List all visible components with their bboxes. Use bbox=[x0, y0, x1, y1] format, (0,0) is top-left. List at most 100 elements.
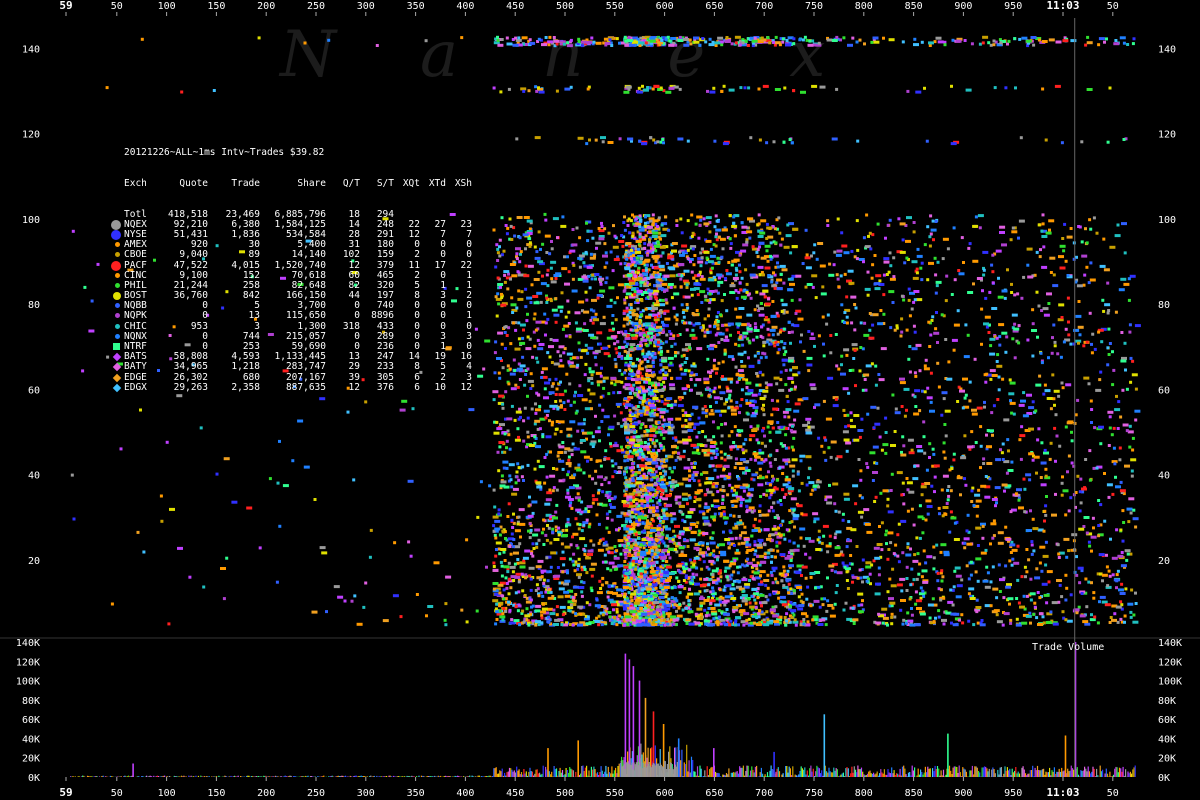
trade-point bbox=[552, 608, 556, 612]
trade-point bbox=[505, 232, 509, 236]
trade-point bbox=[636, 307, 640, 311]
trade-point bbox=[231, 500, 238, 504]
trade-point bbox=[496, 292, 500, 296]
trade-point bbox=[640, 502, 644, 505]
trade-point bbox=[591, 321, 595, 325]
trade-point bbox=[502, 550, 506, 554]
trade-point bbox=[699, 264, 703, 268]
trade-point bbox=[540, 575, 544, 579]
trade-point bbox=[669, 274, 676, 278]
trade-point bbox=[643, 560, 647, 564]
trade-point bbox=[623, 472, 626, 476]
trade-point bbox=[527, 504, 531, 508]
trade-point bbox=[555, 488, 559, 492]
trade-point bbox=[705, 216, 712, 220]
trade-point bbox=[741, 323, 747, 327]
trade-point bbox=[647, 289, 654, 293]
trade-point bbox=[531, 604, 535, 608]
trade-point bbox=[661, 282, 668, 286]
trade-point bbox=[526, 416, 530, 420]
trade-point bbox=[767, 509, 771, 513]
trade-point bbox=[497, 331, 504, 335]
trade-point bbox=[785, 612, 789, 616]
trade-point bbox=[548, 355, 552, 359]
trade-point bbox=[544, 36, 548, 39]
trade-point bbox=[660, 426, 664, 430]
trade-point bbox=[602, 376, 609, 380]
trade-point bbox=[512, 512, 515, 516]
trade-point bbox=[656, 140, 660, 144]
trade-point bbox=[623, 544, 626, 548]
trade-point bbox=[643, 333, 646, 337]
trade-point bbox=[514, 383, 518, 387]
trade-point bbox=[498, 591, 502, 595]
trade-point bbox=[554, 277, 558, 280]
trade-point bbox=[500, 38, 504, 41]
trade-point bbox=[650, 400, 654, 404]
trade-point bbox=[540, 282, 547, 286]
trade-point bbox=[537, 538, 541, 542]
trade-point bbox=[600, 225, 604, 228]
trade-point bbox=[632, 322, 639, 326]
trade-point bbox=[649, 614, 656, 618]
trade-point bbox=[673, 292, 680, 296]
trade-point bbox=[616, 588, 623, 592]
trade-point bbox=[533, 467, 537, 471]
trade-point bbox=[537, 623, 541, 627]
trade-point bbox=[507, 592, 511, 596]
trade-point bbox=[575, 544, 579, 548]
trade-point bbox=[188, 575, 192, 579]
trade-point bbox=[407, 479, 414, 483]
trade-point bbox=[638, 320, 642, 324]
trade-point bbox=[519, 323, 526, 327]
trade-point bbox=[653, 289, 660, 293]
trade-point bbox=[587, 388, 591, 392]
trade-point bbox=[499, 615, 506, 619]
trade-point bbox=[654, 481, 657, 485]
trade-point bbox=[577, 341, 581, 345]
trade-point bbox=[647, 525, 651, 529]
trade-point bbox=[597, 623, 601, 627]
trade-point bbox=[546, 570, 550, 574]
trade-point bbox=[527, 379, 534, 383]
trade-point bbox=[640, 588, 644, 592]
trade-point bbox=[659, 86, 663, 90]
trade-point bbox=[668, 369, 672, 373]
trade-point bbox=[681, 244, 688, 248]
trade-point bbox=[653, 84, 660, 88]
trade-point bbox=[545, 435, 552, 439]
trade-point bbox=[500, 564, 504, 568]
trade-point bbox=[628, 353, 632, 357]
trade-point bbox=[590, 562, 597, 566]
trade-point bbox=[399, 615, 403, 619]
trade-point bbox=[602, 379, 606, 383]
trade-point bbox=[662, 330, 665, 334]
trade-point bbox=[669, 387, 676, 391]
trade-point bbox=[623, 333, 627, 337]
trade-point bbox=[356, 622, 363, 626]
trade-point bbox=[537, 37, 541, 41]
trade-point bbox=[526, 335, 530, 339]
trade-point bbox=[607, 141, 614, 144]
trade-point bbox=[524, 549, 531, 553]
trade-point bbox=[586, 615, 590, 619]
trade-point bbox=[594, 363, 598, 367]
trade-point bbox=[649, 506, 655, 510]
trade-point bbox=[502, 597, 506, 601]
trade-point bbox=[658, 370, 662, 374]
trade-point bbox=[623, 228, 627, 232]
trade-point bbox=[630, 592, 637, 596]
trade-point bbox=[616, 340, 620, 344]
trade-point bbox=[638, 214, 642, 218]
trade-point bbox=[595, 241, 602, 245]
trade-point bbox=[70, 473, 74, 477]
trade-point bbox=[554, 377, 558, 381]
trade-point bbox=[504, 537, 507, 540]
trade-point bbox=[647, 392, 654, 396]
trade-point bbox=[517, 36, 521, 40]
trade-point bbox=[512, 321, 516, 325]
trade-point bbox=[547, 591, 550, 594]
trade-point bbox=[630, 610, 637, 614]
trade-point bbox=[699, 251, 703, 255]
trade-point bbox=[649, 601, 652, 605]
